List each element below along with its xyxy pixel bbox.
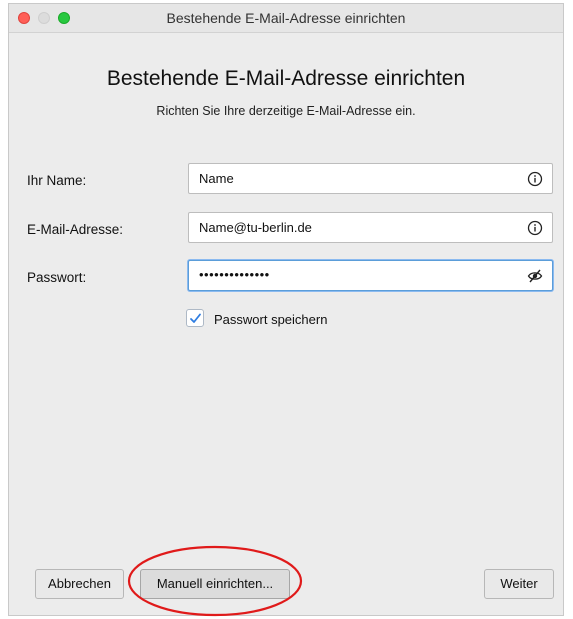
remember-password-label[interactable]: Passwort speichern xyxy=(214,312,327,327)
remember-password-checkbox[interactable] xyxy=(186,309,204,327)
name-field-value: Name xyxy=(199,171,234,186)
info-icon[interactable] xyxy=(527,171,543,187)
dialog-subheading: Richten Sie Ihre derzeitige E-Mail-Adres… xyxy=(156,104,416,118)
email-field[interactable]: Name@tu-berlin.de xyxy=(188,212,553,243)
name-label: Ihr Name: xyxy=(27,173,87,188)
manual-setup-button[interactable]: Manuell einrichten... xyxy=(140,569,290,599)
name-field[interactable]: Name xyxy=(188,163,553,194)
next-button[interactable]: Weiter xyxy=(484,569,554,599)
eye-slash-icon[interactable] xyxy=(527,268,543,284)
cancel-button[interactable]: Abbrechen xyxy=(35,569,124,599)
email-label: E-Mail-Adresse: xyxy=(27,222,124,237)
password-label: Passwort: xyxy=(27,270,87,285)
dialog-heading: Bestehende E-Mail-Adresse einrichten xyxy=(106,67,466,90)
password-field[interactable]: •••••••••••••• xyxy=(188,260,553,291)
title-bar: Bestehende E-Mail-Adresse einrichten xyxy=(9,4,563,33)
account-setup-window: Bestehende E-Mail-Adresse einrichten Bes… xyxy=(8,3,564,616)
checkmark-icon xyxy=(190,313,201,323)
password-field-value: •••••••••••••• xyxy=(199,267,270,282)
window-title: Bestehende E-Mail-Adresse einrichten xyxy=(166,10,406,26)
info-icon[interactable] xyxy=(527,220,543,236)
email-field-value: Name@tu-berlin.de xyxy=(199,220,312,235)
